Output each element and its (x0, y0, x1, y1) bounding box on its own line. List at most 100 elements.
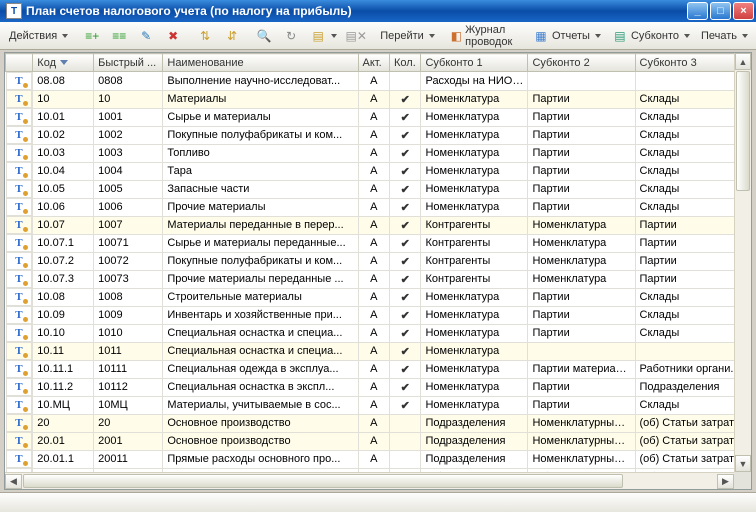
cell-kol: ✔ (390, 270, 421, 288)
maximize-button[interactable]: □ (710, 2, 731, 20)
actions-menu[interactable]: Действия (4, 25, 73, 47)
table-row[interactable]: T10.07.110071Сырье и материалы переданны… (6, 234, 751, 252)
vertical-scrollbar[interactable]: ▲ ▼ (734, 53, 751, 472)
subkonto-menu[interactable]: ▤ Субконто (607, 25, 695, 47)
hierarchy2-button[interactable]: ⇵ (219, 25, 245, 47)
table-row[interactable]: T10.041004ТараА✔НоменклатураПартииСклады (6, 162, 751, 180)
table-row[interactable]: T10.061006Прочие материалыА✔Номенклатура… (6, 198, 751, 216)
table-row[interactable]: T10.091009Инвентарь и хозяйственные при.… (6, 306, 751, 324)
add-copy-button[interactable]: ≡≡ (106, 25, 132, 47)
table-row[interactable]: T10.031003ТопливоА✔НоменклатураПартииСкл… (6, 144, 751, 162)
cell-code: 10.11.2 (33, 378, 94, 396)
col-sub1[interactable]: Субконто 1 (421, 54, 528, 72)
cell-sub1: Номенклатура (421, 306, 528, 324)
col-fast[interactable]: Быстрый ... (94, 54, 163, 72)
toolbar: Действия ≡+ ≡≡ ✎ ✖ ⇅ ⇵ 🔍 ↻ ▤ ▤✕ Перейти … (0, 22, 756, 50)
edit-button[interactable]: ✎ (133, 25, 159, 47)
table-row[interactable]: T10.11.210112Специальная оснастка в эксп… (6, 378, 751, 396)
row-icon-cell: T (6, 378, 33, 396)
cell-act: А (358, 72, 389, 91)
delete-button[interactable]: ✖ (160, 25, 186, 47)
cell-fast: 2001 (94, 432, 163, 450)
add-button[interactable]: ≡+ (79, 25, 105, 47)
cell-act: А (358, 414, 389, 432)
table-row[interactable]: T10.11.110111Специальная одежда в эксплу… (6, 360, 751, 378)
cell-act: А (358, 162, 389, 180)
refresh-button[interactable]: ↻ (278, 25, 304, 47)
hierarchy-button[interactable]: ⇅ (192, 25, 218, 47)
minimize-button[interactable]: _ (687, 2, 708, 20)
cell-sub2: Номенклатура (528, 216, 635, 234)
filter-button[interactable]: ▤ (305, 25, 342, 47)
table-row[interactable]: T20.012001Основное производствоАПодразде… (6, 432, 751, 450)
table-row[interactable]: T10.081008Строительные материалыА✔Номенк… (6, 288, 751, 306)
table-row[interactable]: T08.080808Выполнение научно-исследоват..… (6, 72, 751, 91)
scroll-left-button[interactable]: ◀ (5, 474, 22, 489)
subkonto-label: Субконто (631, 30, 679, 42)
table-row[interactable]: T10.07.310073Прочие материалы переданные… (6, 270, 751, 288)
horizontal-scrollbar[interactable]: ◀ ▶ (5, 472, 734, 489)
cell-act: А (358, 288, 389, 306)
col-icon[interactable] (6, 54, 33, 72)
account-icon: T (15, 183, 22, 195)
accounts-table[interactable]: Код Быстрый ... Наименование Акт. Кол. С… (5, 53, 751, 490)
reports-menu[interactable]: ▦ Отчеты (528, 25, 606, 47)
col-kol[interactable]: Кол. (390, 54, 421, 72)
scroll-right-button[interactable]: ▶ (717, 474, 734, 489)
table-row[interactable]: T20.01.120011Прямые расходы основного пр… (6, 450, 751, 468)
row-icon-cell: T (6, 360, 33, 378)
col-act[interactable]: Акт. (358, 54, 389, 72)
cell-kol: ✔ (390, 360, 421, 378)
clear-filter-button[interactable]: ▤✕ (343, 25, 369, 47)
table-row[interactable]: T10.101010Специальная оснастка и специа.… (6, 324, 751, 342)
cell-act: А (358, 450, 389, 468)
row-icon-cell: T (6, 342, 33, 360)
cell-fast: 1011 (94, 342, 163, 360)
scroll-down-button[interactable]: ▼ (735, 455, 751, 472)
cell-kol: ✔ (390, 378, 421, 396)
goto-menu[interactable]: Перейти (375, 25, 440, 47)
cell-act: А (358, 90, 389, 108)
scroll-thumb-h[interactable] (23, 474, 623, 488)
account-icon: T (15, 165, 22, 177)
cell-sub2: Партии (528, 396, 635, 414)
account-icon: T (15, 363, 22, 375)
col-sub2[interactable]: Субконто 2 (528, 54, 635, 72)
table-row[interactable]: T10.071007Материалы переданные в перер..… (6, 216, 751, 234)
cell-code: 10.05 (33, 180, 94, 198)
table-row[interactable]: T10.051005Запасные частиА✔НоменклатураПа… (6, 180, 751, 198)
table-row[interactable]: T10.111011Специальная оснастка и специа.… (6, 342, 751, 360)
cell-name: Основное производство (163, 432, 358, 450)
account-icon: T (15, 489, 22, 490)
cell-code: 10.04 (33, 162, 94, 180)
table-row[interactable]: T10.011001Сырье и материалыА✔Номенклатур… (6, 108, 751, 126)
cell-sub2 (528, 342, 635, 360)
table-row[interactable]: T2020Основное производствоАПодразделения… (6, 414, 751, 432)
cell-fast: 1002 (94, 126, 163, 144)
col-code[interactable]: Код (33, 54, 94, 72)
table-row[interactable]: T10.МЦ10МЦМатериалы, учитываемые в сос..… (6, 396, 751, 414)
cell-act: А (358, 216, 389, 234)
cell-act: А (358, 108, 389, 126)
table-row[interactable]: T10.07.210072Покупные полуфабрикаты и ко… (6, 252, 751, 270)
checkmark-icon: ✔ (401, 112, 410, 124)
scroll-up-button[interactable]: ▲ (735, 53, 751, 70)
cell-act: А (358, 144, 389, 162)
col-name[interactable]: Наименование (163, 54, 358, 72)
close-button[interactable]: × (733, 2, 754, 20)
print-menu[interactable]: Печать (696, 25, 753, 47)
scroll-thumb-v[interactable] (736, 71, 750, 191)
find-button[interactable]: 🔍 (251, 25, 277, 47)
cell-sub1: Номенклатура (421, 324, 528, 342)
table-row[interactable]: T10.021002Покупные полуфабрикаты и ком..… (6, 126, 751, 144)
cell-sub2: Партии (528, 306, 635, 324)
cell-sub2: Номенклатура (528, 252, 635, 270)
cell-fast: 20 (94, 414, 163, 432)
cell-act: А (358, 324, 389, 342)
journal-button[interactable]: ◧ Журнал проводок (446, 25, 522, 47)
table-row[interactable]: T1010МатериалыА✔НоменклатураПартииСклады (6, 90, 751, 108)
account-icon: T (15, 327, 22, 339)
cell-code: 20 (33, 414, 94, 432)
cell-act: А (358, 432, 389, 450)
cell-sub1: Контрагенты (421, 216, 528, 234)
